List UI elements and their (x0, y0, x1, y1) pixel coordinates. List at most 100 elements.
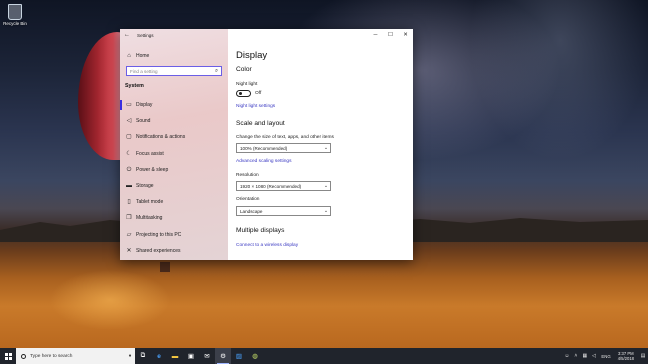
chevron-down-icon: ⌄ (323, 145, 329, 151)
advanced-scaling-link[interactable]: Advanced scaling settings (236, 159, 291, 164)
sidebar-item-power-sleep[interactable]: ⏻ Power & sleep (120, 162, 228, 178)
sidebar-item-tablet-mode[interactable]: ▯ Tablet mode (120, 194, 228, 210)
system-tray: ☺ ˄ ▦ ◁ ENG 3:37 PM 4/5/2018 ▤ (562, 348, 648, 364)
night-light-settings-link[interactable]: Night light settings (236, 104, 275, 109)
sidebar-item-label: Projecting to this PC (136, 231, 182, 238)
sidebar-item-label: Sound (136, 118, 151, 125)
volume-icon[interactable]: ◁ (589, 353, 598, 359)
task-view-button[interactable]: ⧉ (135, 348, 151, 364)
sidebar-item-label: Tablet mode (136, 199, 164, 206)
night-light-label: Night light (236, 82, 258, 87)
sidebar-item-home[interactable]: ⌂ Home (120, 50, 228, 61)
search-icon: ⌕ (214, 67, 219, 74)
multitasking-icon: ❐ (126, 215, 132, 222)
show-hidden-icons-chevron-up-icon[interactable]: ˄ (571, 353, 580, 359)
settings-icon: ⚙ (220, 353, 226, 360)
microphone-icon[interactable]: ♦ (125, 353, 135, 359)
back-arrow-icon: ← (124, 32, 130, 38)
focus-assist-icon: ☾ (126, 150, 132, 157)
resolution-value: 1920 × 1080 (Recommended) (240, 183, 302, 189)
edge-icon: e (157, 352, 161, 360)
file-explorer-button[interactable]: ▬ (167, 348, 183, 364)
storage-icon: ▬ (126, 183, 132, 190)
settings-content: ─ ☐ ✕ Display Color Night light Off Nigh… (228, 29, 413, 260)
clock[interactable]: 3:37 PM 4/5/2018 (618, 351, 634, 361)
sidebar-item-sound[interactable]: ◁ Sound (120, 113, 228, 129)
photos-icon: ▨ (235, 353, 243, 360)
night-light-state: Off (255, 91, 262, 96)
sidebar-item-label: Notifications & actions (136, 134, 186, 141)
mail-button[interactable]: ✉ (199, 348, 215, 364)
task-view-icon: ⧉ (140, 352, 146, 359)
sidebar-item-label: Focus assist (136, 150, 164, 157)
color-heading: Color (236, 66, 252, 73)
orientation-label: Orientation (236, 197, 260, 202)
photos-button[interactable]: ▨ (231, 348, 247, 364)
store-button[interactable]: ▣ (183, 348, 199, 364)
minimize-icon: ─ (373, 32, 378, 38)
store-icon: ▣ (187, 353, 195, 360)
scale-dropdown[interactable]: 100% (Recommended) ⌄ (236, 143, 331, 153)
scale-label: Change the size of text, apps, and other… (236, 135, 334, 140)
sidebar-nav-list: ▭ Display ◁ Sound ▢ Notifications & acti… (120, 97, 228, 259)
mail-icon: ✉ (204, 353, 210, 360)
shared-experiences-icon: ✕ (126, 247, 132, 254)
minimize-button[interactable]: ─ (368, 29, 383, 42)
back-button[interactable]: ← (120, 29, 134, 42)
sidebar-item-multitasking[interactable]: ❐ Multitasking (120, 210, 228, 226)
orientation-value: Landscape (240, 208, 263, 214)
sidebar-item-label: Storage (136, 183, 154, 190)
sound-icon: ◁ (126, 118, 132, 125)
sidebar-item-display[interactable]: ▭ Display (120, 97, 228, 113)
sidebar-item-storage[interactable]: ▬ Storage (120, 178, 228, 194)
sidebar-item-focus-assist[interactable]: ☾ Focus assist (120, 146, 228, 162)
taskbar-search-box[interactable]: Type here to search ♦ (16, 348, 135, 364)
sidebar-item-projecting[interactable]: ▱ Projecting to this PC (120, 227, 228, 243)
recycle-bin-icon (8, 4, 22, 20)
notifications-icon: ▢ (126, 134, 132, 141)
app-icon: ◍ (252, 353, 258, 360)
window-controls: ─ ☐ ✕ (368, 29, 413, 42)
sidebar-item-notifications[interactable]: ▢ Notifications & actions (120, 129, 228, 145)
people-icon[interactable]: ☺ (562, 353, 571, 359)
maximize-icon: ☐ (388, 32, 393, 38)
scale-value: 100% (Recommended) (240, 145, 288, 151)
start-button[interactable] (0, 348, 16, 364)
settings-search-input[interactable]: Find a setting ⌕ (126, 66, 222, 76)
title-bar: ← Settings (120, 29, 228, 42)
desktop-icon-recycle-bin[interactable]: Recycle Bin (2, 4, 28, 26)
wireless-display-link[interactable]: Connect to a wireless display (236, 243, 298, 248)
balloon-basket (160, 262, 170, 272)
sidebar-item-label: Home (136, 52, 150, 59)
input-language[interactable]: ENG (601, 354, 610, 359)
settings-sidebar: ← Settings ⌂ Home Find a setting ⌕ Syste… (120, 29, 228, 260)
edge-button[interactable]: e (151, 348, 167, 364)
window-title: Settings (137, 33, 154, 38)
windows-logo-icon (4, 352, 12, 360)
power-icon: ⏻ (126, 166, 132, 173)
search-placeholder: Find a setting (130, 68, 158, 74)
night-light-toggle[interactable] (236, 90, 251, 97)
clock-date: 4/5/2018 (617, 356, 634, 361)
home-icon: ⌂ (127, 52, 131, 59)
resolution-dropdown[interactable]: 1920 × 1080 (Recommended) ⌄ (236, 181, 331, 191)
sidebar-item-shared-experiences[interactable]: ✕ Shared experiences (120, 243, 228, 259)
taskbar-search-placeholder: Type here to search (30, 353, 73, 359)
display-icon: ▭ (126, 102, 132, 109)
app-button[interactable]: ◍ (247, 348, 263, 364)
close-button[interactable]: ✕ (398, 29, 413, 42)
page-title: Display (236, 50, 268, 61)
action-center-icon[interactable]: ▤ (638, 353, 648, 359)
section-label-system: System (125, 83, 144, 89)
sidebar-item-label: Shared experiences (136, 247, 181, 254)
maximize-button[interactable]: ☐ (383, 29, 398, 42)
multiple-displays-heading: Multiple displays (236, 227, 285, 234)
chevron-down-icon: ⌄ (323, 208, 329, 214)
settings-taskbar-button[interactable]: ⚙ (215, 348, 231, 364)
toggle-knob (238, 92, 242, 96)
resolution-label: Resolution (236, 173, 259, 178)
network-icon[interactable]: ▦ (580, 353, 589, 359)
orientation-dropdown[interactable]: Landscape ⌄ (236, 206, 331, 216)
taskbar: Type here to search ♦ ⧉ e ▬ ▣ ✉ ⚙ ▨ ◍ ☺ … (0, 348, 648, 364)
projecting-icon: ▱ (126, 231, 132, 238)
